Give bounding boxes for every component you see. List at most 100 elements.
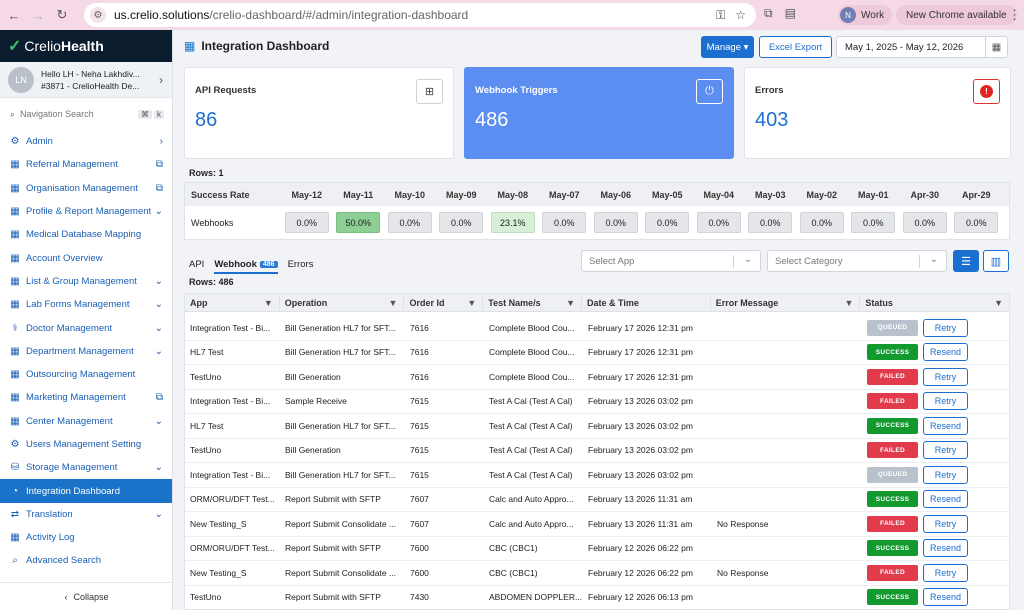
sidebar-item-referral[interactable]: ▦ Referral Management ⧉ [0, 153, 172, 176]
tab-api[interactable]: API [189, 259, 204, 270]
forward-icon[interactable]: → [28, 5, 48, 25]
retry-button[interactable]: Retry [923, 392, 968, 411]
cell-test-names: Test A Cal (Test A Cal) [489, 445, 573, 456]
brand-logo[interactable]: ✓ CrelioHealth [0, 30, 172, 62]
sidebar-item-admin[interactable]: ⚙ Admin › [0, 130, 172, 153]
retry-button[interactable]: Retry [923, 465, 968, 484]
filter-icon[interactable]: ▼ [566, 298, 575, 308]
tab-errors[interactable]: Errors [288, 259, 314, 270]
retry-button[interactable]: Retry [923, 514, 968, 533]
sidebar-item-storage[interactable]: ⛁ Storage Management ⌄ [0, 456, 172, 479]
chrome-update-button[interactable]: New Chrome available [896, 5, 1017, 25]
tab-search-icon[interactable]: ▤ [785, 6, 796, 21]
resend-button[interactable]: Resend [923, 343, 968, 362]
sidebar-item-center[interactable]: ▦ Center Management ⌄ [0, 410, 172, 433]
site-settings-icon[interactable]: ⚙ [90, 7, 106, 23]
cell-app: Integration Test - Bi... [190, 469, 271, 480]
back-icon[interactable]: ← [4, 5, 24, 25]
dashboard-gauge-icon: ◔ [11, 485, 19, 497]
table-row[interactable]: Integration Test - Bi... Sample Receive 76… [185, 390, 1009, 414]
webhook-count-badge: 486 [259, 260, 278, 268]
filter-icon[interactable]: ▼ [389, 298, 398, 308]
filter-icon[interactable]: ▼ [264, 298, 273, 308]
manage-dropdown-button[interactable]: Manage ▾ [701, 36, 754, 58]
sidebar-item-profile-report[interactable]: ▦ Profile & Report Management ⌄ [0, 200, 172, 223]
cell-date-time: February 13 2026 03:02 pm [588, 396, 693, 407]
retry-button[interactable]: Retry [923, 318, 968, 337]
retry-button[interactable]: Retry [923, 367, 968, 386]
sidebar-item-advanced-search[interactable]: ⌕ Advanced Search [0, 549, 172, 572]
chevron-down-icon: ⌄ [154, 322, 163, 334]
list-view-button[interactable]: ☰ [953, 250, 979, 272]
sidebar-item-label: Admin [26, 136, 53, 148]
sidebar-item-organisation[interactable]: ▦ Organisation Management ⧉ [0, 177, 172, 200]
select-app-dropdown[interactable]: Select App ⌄ [581, 250, 761, 272]
table-row[interactable]: New Testing_S Report Submit Consolidate .… [185, 512, 1009, 537]
resend-button[interactable]: Resend [923, 416, 968, 435]
tab-webhook[interactable]: Webhook 486 [214, 259, 278, 274]
logo-check-icon: ✓ [8, 38, 22, 55]
calendar-icon[interactable]: ▦ [985, 37, 1007, 57]
sidebar-item-department[interactable]: ▦ Department Management ⌄ [0, 340, 172, 363]
retry-button[interactable]: Retry [923, 441, 968, 460]
sidebar-item-list-group[interactable]: ▦ List & Group Management ⌄ [0, 270, 172, 293]
address-bar[interactable]: ⚙ us.crelio.solutions/crelio-dashboard/#… [84, 3, 756, 27]
table-row[interactable]: ORM/ORU/DFT Test... Report Submit with SF… [185, 537, 1009, 561]
profile-chip[interactable]: N Work [838, 5, 893, 25]
bookmark-star-icon[interactable]: ☆ [735, 8, 746, 23]
errors-card[interactable]: Errors 403 ! [744, 67, 1011, 159]
key-icon[interactable]: ⚿ [716, 8, 725, 23]
sidebar-item-lab-forms[interactable]: ▦ Lab Forms Management ⌄ [0, 293, 172, 316]
webhook-triggers-card[interactable]: Webhook Triggers 486 ⏻ [464, 67, 734, 159]
retry-button[interactable]: Retry [923, 563, 968, 582]
api-requests-card[interactable]: API Requests 86 ⊞ [184, 67, 454, 159]
sidebar-item-translation[interactable]: ⇄ Translation ⌄ [0, 503, 172, 526]
reload-icon[interactable]: ↻ [52, 5, 72, 25]
collapse-sidebar-button[interactable]: ‹ Collapse [0, 582, 173, 610]
sidebar-item-medical-database[interactable]: ▦ Medical Database Mapping [0, 223, 172, 246]
sidebar-item-activity-log[interactable]: ▦ Activity Log [0, 526, 172, 549]
sidebar-item-integration-dashboard[interactable]: ◔ Integration Dashboard [0, 479, 172, 503]
table-row[interactable]: TestUno Report Submit with SFTP 7430 ABDOME… [185, 586, 1009, 610]
sidebar-item-doctor[interactable]: ⚕ Doctor Management ⌄ [0, 316, 172, 339]
table-row[interactable]: Integration Test - Bi... Bill Generation … [185, 463, 1009, 488]
column-header-date-time[interactable]: Date & Time [582, 294, 711, 312]
date-range-picker[interactable]: May 1, 2025 - May 12, 2026 ▦ [836, 36, 1008, 58]
table-row[interactable]: TestUno Bill Generation 7616 Complete Blood… [185, 365, 1009, 390]
sidebar-item-outsourcing[interactable]: ▦ Outsourcing Management [0, 363, 172, 386]
resend-button[interactable]: Resend [923, 588, 968, 607]
column-header-status[interactable]: Status ▼ [860, 294, 1009, 312]
resend-button[interactable]: Resend [923, 539, 968, 558]
column-header-app[interactable]: App ▼ [185, 294, 280, 312]
chrome-menu-icon[interactable]: ⋮ [1008, 7, 1021, 23]
table-row[interactable]: HL7 Test Bill Generation HL7 for SFT... 76… [185, 341, 1009, 365]
table-row[interactable]: Integration Test - Bi... Bill Generation … [185, 316, 1009, 341]
resend-button[interactable]: Resend [923, 490, 968, 509]
filter-icon[interactable]: ▼ [994, 298, 1003, 308]
excel-export-button[interactable]: Excel Export [759, 36, 832, 58]
extensions-icon[interactable]: ⧉ [764, 6, 773, 21]
sidebar-item-label: Account Overview [26, 252, 103, 264]
sidebar-item-account-overview[interactable]: ▦ Account Overview [0, 246, 172, 269]
filter-icon[interactable]: ▼ [467, 298, 476, 308]
chart-view-button[interactable]: ▥ [983, 250, 1009, 272]
select-category-dropdown[interactable]: Select Category ⌄ [767, 250, 947, 272]
table-row[interactable]: New Testing_S Report Submit Consolidate .… [185, 561, 1009, 586]
cell-order-id: 7616 [410, 347, 429, 358]
grid-icon: ▦ [10, 252, 20, 264]
column-header-order-id[interactable]: Order Id ▼ [404, 294, 484, 312]
column-header-test-names[interactable]: Test Name/s ▼ [483, 294, 583, 312]
table-row[interactable]: HL7 Test Bill Generation HL7 for SFT... 76… [185, 414, 1009, 439]
sidebar-item-marketing[interactable]: ▦ Marketing Management ⧉ [0, 386, 172, 409]
translate-icon: ⇄ [10, 508, 20, 520]
nav-search-input[interactable]: ⌕ Navigation Search ⌘ k [0, 102, 172, 126]
table-row[interactable]: TestUno Bill Generation 7615 Test A Cal (Te… [185, 439, 1009, 463]
chevron-left-icon: ‹ [64, 591, 68, 602]
cell-app: TestUno [190, 371, 222, 382]
column-header-operation[interactable]: Operation ▼ [280, 294, 405, 312]
user-card[interactable]: LN Hello LH - Neha Lakhdiv... #3871 - Cr… [0, 62, 172, 98]
sidebar-item-users-setting[interactable]: ⚙ Users Management Setting [0, 433, 172, 456]
table-row[interactable]: ORM/ORU/DFT Test... Report Submit with SF… [185, 488, 1009, 512]
filter-icon[interactable]: ▼ [844, 298, 853, 308]
column-header-error-message[interactable]: Error Message ▼ [711, 294, 861, 312]
